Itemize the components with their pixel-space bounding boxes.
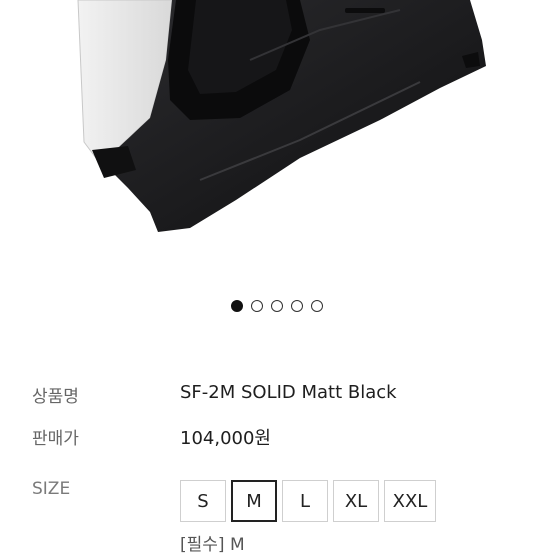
helmet-illustration bbox=[77, 0, 486, 232]
size-option-s[interactable]: S bbox=[180, 480, 226, 522]
product-name: SF-2M SOLID Matt Black bbox=[180, 382, 397, 403]
carousel-dot[interactable] bbox=[311, 300, 323, 312]
price-value: 104,000원 bbox=[180, 428, 271, 449]
size-options: S M L XL XXL bbox=[180, 480, 436, 522]
carousel-dot[interactable] bbox=[271, 300, 283, 312]
size-option-xxl[interactable]: XXL bbox=[384, 480, 436, 522]
carousel-dot[interactable] bbox=[291, 300, 303, 312]
carousel-indicator bbox=[0, 300, 554, 312]
carousel-dot[interactable] bbox=[231, 300, 243, 312]
carousel-dot[interactable] bbox=[251, 300, 263, 312]
required-size-note: [필수] M bbox=[180, 535, 245, 555]
product-name-label: 상품명 bbox=[32, 387, 79, 407]
size-option-l[interactable]: L bbox=[282, 480, 328, 522]
price-label: 판매가 bbox=[32, 429, 79, 449]
size-option-m[interactable]: M bbox=[231, 480, 277, 522]
product-image bbox=[0, 0, 554, 280]
size-label: SIZE bbox=[32, 479, 71, 499]
size-option-xl[interactable]: XL bbox=[333, 480, 379, 522]
